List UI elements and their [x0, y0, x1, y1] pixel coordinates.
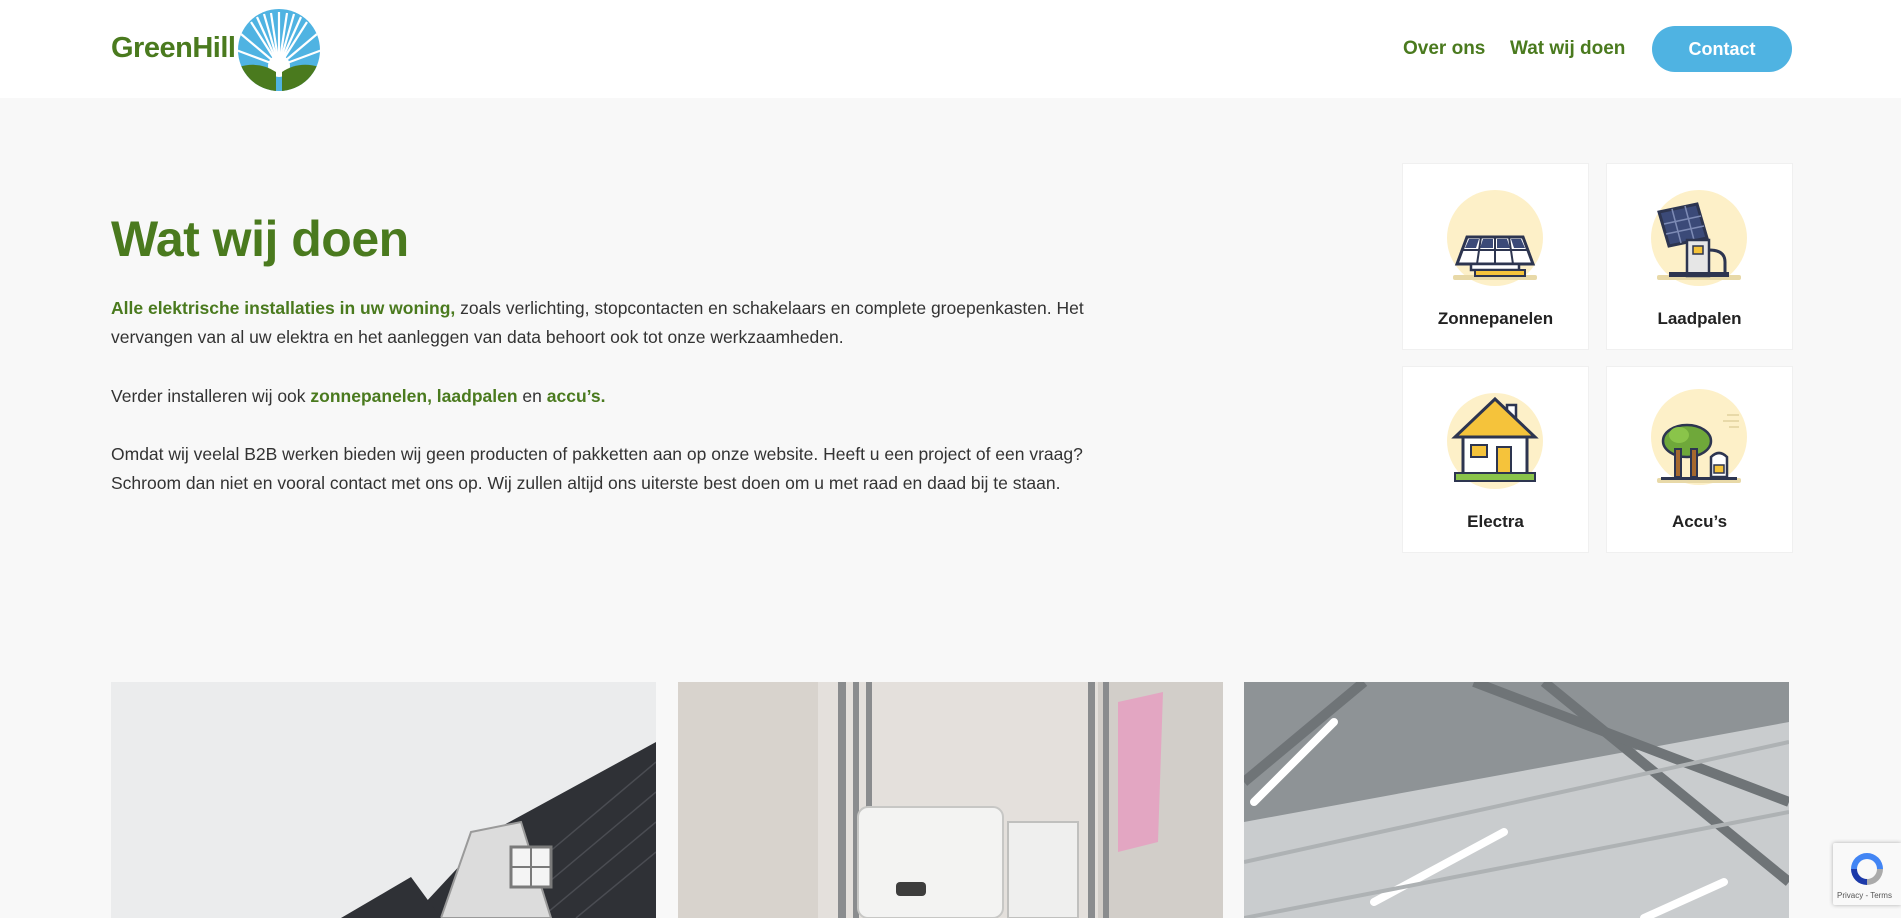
- solar-panel-icon: [1447, 190, 1543, 286]
- house-icon: [1447, 393, 1543, 489]
- photo-house-roof: [111, 682, 656, 918]
- intro-highlight: Alle elektrische installaties in uw woni…: [111, 298, 456, 318]
- services-highlight-2: accu’s.: [546, 386, 606, 406]
- recaptcha-badge[interactable]: Privacy - Terms: [1833, 843, 1901, 905]
- logo-text: GreenHill: [111, 32, 236, 64]
- service-card-electra[interactable]: Electra: [1403, 367, 1588, 552]
- photo-inverter: [678, 682, 1223, 918]
- nav-wat-wij-doen[interactable]: Wat wij doen: [1510, 38, 1625, 60]
- site-header: GreenHill Over ons Wat wij doen Contact: [0, 0, 1901, 98]
- service-card-laadpalen[interactable]: Laadpalen: [1607, 164, 1792, 349]
- card-label-laadpalen: Laadpalen: [1657, 309, 1742, 328]
- service-card-zonnepanelen[interactable]: Zonnepanelen: [1403, 164, 1588, 349]
- contact-button[interactable]: Contact: [1652, 26, 1792, 72]
- card-label-zonnepanelen: Zonnepanelen: [1437, 309, 1554, 328]
- b2b-paragraph: Omdat wij veelal B2B werken bieden wij g…: [111, 444, 1083, 493]
- recaptcha-terms[interactable]: Privacy - Terms: [1837, 891, 1892, 900]
- page-title: Wat wij doen: [111, 211, 409, 267]
- recaptcha-icon: [1851, 853, 1883, 885]
- services-paragraph: Verder installeren wij ook zonnepanelen,…: [111, 382, 1111, 411]
- service-card-accus[interactable]: Accu’s: [1607, 367, 1792, 552]
- services-text-mid: en: [517, 386, 547, 406]
- photo-ceiling-lights: [1244, 682, 1789, 918]
- intro-paragraph: Alle elektrische installaties in uw woni…: [111, 294, 1111, 352]
- services-text-start: Verder installeren wij ook: [111, 386, 311, 406]
- card-label-accus: Accu’s: [1671, 512, 1728, 531]
- nav-over-ons[interactable]: Over ons: [1403, 38, 1485, 60]
- card-label-electra: Electra: [1467, 512, 1524, 531]
- tree-battery-icon: [1651, 389, 1747, 485]
- sun-logo-icon: [238, 9, 320, 91]
- services-highlight-1: zonnepanelen, laadpalen: [310, 386, 518, 406]
- greenhill-logo[interactable]: GreenHill: [111, 8, 326, 92]
- charging-station-icon: [1651, 190, 1747, 286]
